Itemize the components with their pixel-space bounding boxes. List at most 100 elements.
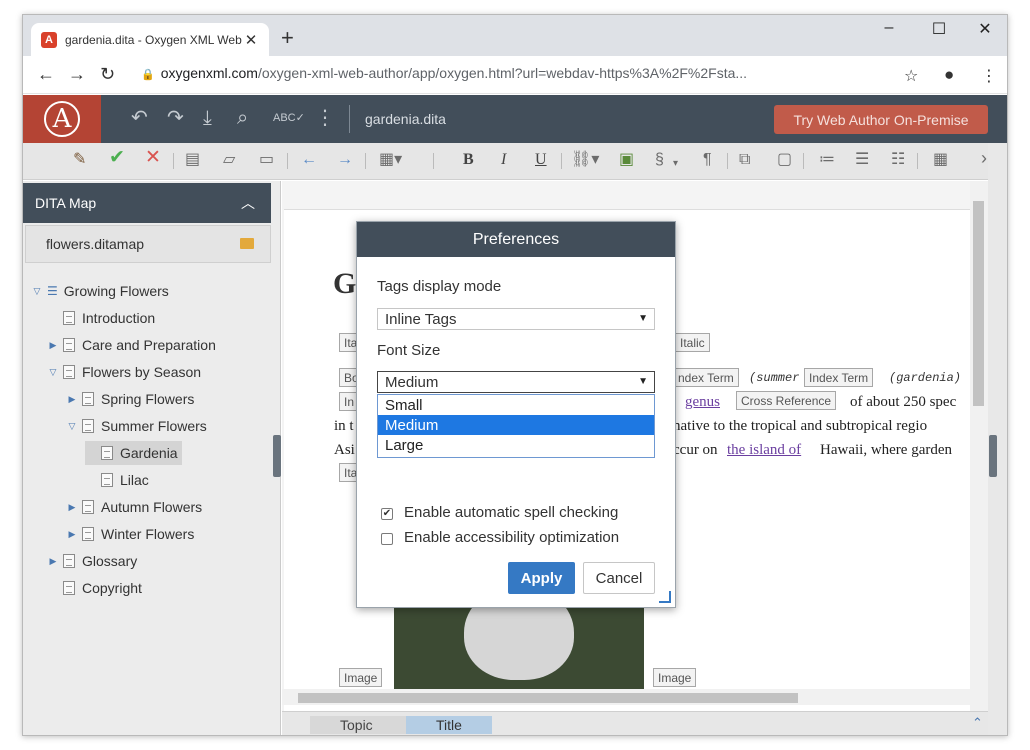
scroll-thumb[interactable] [298, 693, 798, 703]
scroll-top-icon[interactable]: ⌃ [972, 715, 983, 731]
minimize-icon[interactable]: – [869, 19, 909, 37]
forward-icon[interactable]: → [68, 64, 86, 85]
remove-comment-icon[interactable]: ▭ [259, 151, 274, 169]
font-size-option-small[interactable]: Small [378, 395, 654, 415]
topic-page-icon [63, 581, 75, 595]
underline-button[interactable]: U [535, 151, 547, 169]
collapse-chevron-icon[interactable]: ︿ [241, 193, 255, 213]
tree-item-growing-flowers[interactable]: ▽ ☰ Growing Flowers [31, 279, 169, 303]
insert-list-item-icon[interactable]: ≔ [819, 151, 835, 169]
sidebar-resize-handle[interactable] [273, 435, 281, 477]
topic-page-icon [82, 500, 94, 514]
track-changes-icon[interactable]: ✎ [73, 151, 86, 169]
unordered-list-icon[interactable]: ☷ [891, 151, 905, 169]
tree-item-summer-flowers[interactable]: ▽ Summer Flowers [66, 414, 207, 438]
tree-item-introduction[interactable]: Introduction [47, 306, 155, 330]
expanded-toggle-icon[interactable]: ▽ [66, 421, 78, 432]
try-on-premise-button[interactable]: Try Web Author On-Premise [774, 105, 988, 134]
accept-change-icon[interactable]: ✔ [109, 148, 125, 167]
new-tab-button[interactable]: + [281, 27, 294, 49]
undo-icon[interactable]: ↶ [131, 107, 148, 129]
insert-image-icon[interactable]: ▣ [619, 151, 634, 169]
close-tab-icon[interactable]: ✕ [243, 31, 259, 49]
browser-menu-icon[interactable]: ⋮ [981, 66, 997, 86]
tree-label: Introduction [82, 310, 156, 326]
next-change-icon[interactable]: → [337, 151, 353, 169]
gardenia-text: (gardenia) [889, 371, 962, 385]
font-size-option-medium[interactable]: Medium [378, 415, 654, 435]
section-button[interactable]: § [655, 151, 664, 169]
expanded-toggle-icon[interactable]: ▽ [31, 286, 43, 297]
genus-link[interactable]: genus [685, 394, 720, 411]
tree-item-copyright[interactable]: Copyright [47, 576, 142, 600]
search-icon[interactable]: ⌕ [237, 107, 248, 129]
insert-conref-icon[interactable]: ▢ [777, 151, 792, 169]
expanded-toggle-icon[interactable]: ▽ [47, 367, 59, 378]
browser-tab[interactable]: A gardenia.dita - Oxygen XML Web ✕ [31, 23, 269, 56]
topic-page-icon [63, 554, 75, 568]
toolbar-scroll-right-icon[interactable]: › [981, 149, 987, 167]
font-size-option-large[interactable]: Large [378, 435, 654, 455]
toolbar-divider [727, 153, 728, 169]
maximize-icon[interactable]: ☐ [919, 19, 959, 39]
spellcheck-icon[interactable]: ABC✓ [273, 107, 305, 129]
insert-element-icon[interactable]: ⧉ [739, 151, 750, 169]
ordered-list-icon[interactable]: ☰ [855, 151, 869, 169]
download-icon[interactable]: ⤓ [203, 107, 212, 129]
body-line-2-tail: native to the tropical and subtropical r… [673, 418, 928, 434]
breadcrumb-topic[interactable]: Topic [310, 716, 406, 734]
insert-table-icon[interactable]: ▦ [933, 151, 948, 169]
tree-item-lilac[interactable]: Lilac [85, 468, 149, 492]
font-size-select[interactable]: Medium ▼ [377, 371, 655, 393]
collapsed-toggle-icon[interactable]: ▶ [66, 502, 78, 513]
reject-change-icon[interactable]: ✕ [145, 148, 161, 167]
previous-change-icon[interactable]: ← [301, 151, 317, 169]
spell-check-label[interactable]: Enable automatic spell checking [404, 504, 618, 521]
accessibility-checkbox[interactable] [381, 533, 393, 545]
italic-button[interactable]: I [501, 151, 506, 169]
right-panel-resize-handle[interactable] [989, 435, 997, 477]
tree-item-glossary[interactable]: ▶ Glossary [47, 549, 138, 573]
editor-horizontal-scrollbar[interactable] [282, 689, 972, 705]
collapsed-toggle-icon[interactable]: ▶ [47, 340, 59, 351]
tags-display-mode-select[interactable]: Inline Tags ▼ [377, 308, 655, 330]
collapsed-toggle-icon[interactable]: ▶ [47, 556, 59, 567]
island-link[interactable]: the island of [727, 442, 801, 459]
close-window-icon[interactable]: ✕ [965, 19, 1005, 39]
apply-button[interactable]: Apply [508, 562, 575, 594]
oxygen-favicon-icon: A [41, 31, 57, 48]
edit-comment-icon[interactable]: ▱ [223, 151, 235, 169]
reload-icon[interactable]: ↻ [100, 64, 115, 85]
paste-icon[interactable]: ▦▾ [379, 151, 402, 169]
back-icon[interactable]: ← [37, 64, 55, 85]
tree-item-gardenia[interactable]: Gardenia [85, 441, 182, 465]
url-field[interactable]: 🔒 oxygenxml.com/oxygen-xml-web-author/app… [141, 65, 747, 81]
tree-item-winter-flowers[interactable]: ▶ Winter Flowers [66, 522, 195, 546]
spell-check-checkbox[interactable]: ✔ [381, 508, 393, 520]
breadcrumb-title[interactable]: Title [406, 716, 492, 734]
account-icon[interactable]: ● [944, 65, 954, 85]
accessibility-label[interactable]: Enable accessibility optimization [404, 529, 619, 546]
open-folder-icon[interactable] [240, 238, 254, 249]
bookmark-star-icon[interactable]: ☆ [904, 66, 918, 86]
editor-vertical-scrollbar[interactable] [970, 181, 988, 711]
tree-item-autumn-flowers[interactable]: ▶ Autumn Flowers [66, 495, 203, 519]
tree-item-spring-flowers[interactable]: ▶ Spring Flowers [66, 387, 195, 411]
add-comment-icon[interactable]: ▤ [185, 151, 200, 169]
topic-page-icon [63, 338, 75, 352]
section-dropdown-icon[interactable]: ▾ [673, 155, 678, 173]
map-file-box[interactable]: flowers.ditamap [25, 225, 271, 263]
dialog-resize-handle[interactable] [659, 591, 671, 603]
collapsed-toggle-icon[interactable]: ▶ [66, 529, 78, 540]
paragraph-button[interactable]: ¶ [703, 151, 712, 169]
tree-item-care-and-preparation[interactable]: ▶ Care and Preparation [47, 333, 216, 357]
redo-icon[interactable]: ↷ [167, 107, 184, 129]
gardenia-image[interactable] [394, 605, 644, 695]
more-actions-icon[interactable]: ⋮ [315, 107, 335, 129]
collapsed-toggle-icon[interactable]: ▶ [66, 394, 78, 405]
bold-button[interactable]: B [463, 151, 474, 169]
tree-item-flowers-by-season[interactable]: ▽ Flowers by Season [47, 360, 202, 384]
link-icon[interactable]: ⛓▾ [571, 151, 599, 169]
scroll-thumb[interactable] [973, 201, 984, 406]
cancel-button[interactable]: Cancel [583, 562, 655, 594]
